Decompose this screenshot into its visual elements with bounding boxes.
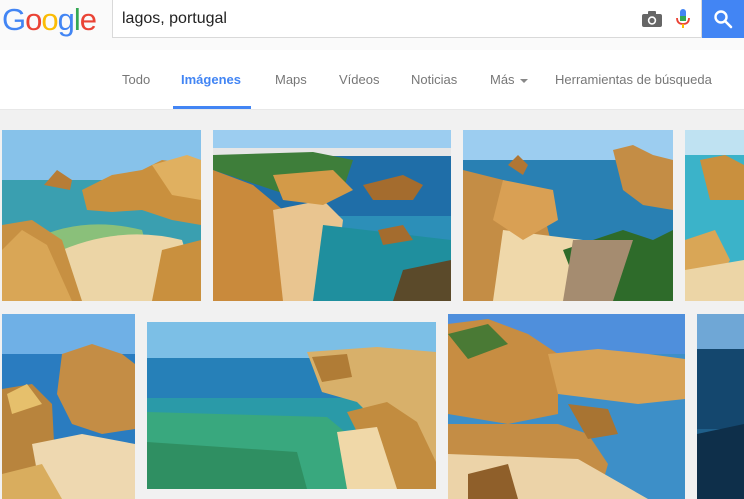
tab-more-label: Más xyxy=(490,72,515,87)
beach-photo xyxy=(685,130,744,301)
image-result[interactable] xyxy=(697,314,744,499)
image-result[interactable] xyxy=(463,130,673,301)
search-query: lagos, portugal xyxy=(122,10,227,27)
logo-letter: G xyxy=(2,2,26,37)
image-result[interactable] xyxy=(213,130,451,301)
logo-letter: g xyxy=(57,2,75,37)
tab-videos[interactable]: Vídeos xyxy=(339,72,379,87)
logo-letter: e xyxy=(79,2,97,37)
beach-photo xyxy=(2,130,201,301)
image-result[interactable] xyxy=(2,314,135,499)
header: Google lagos, portugal xyxy=(0,0,744,50)
image-result[interactable] xyxy=(685,130,744,301)
image-result[interactable] xyxy=(2,130,201,301)
google-logo[interactable]: Google xyxy=(2,2,97,37)
tab-more[interactable]: Más xyxy=(490,72,528,87)
logo-letter: o xyxy=(25,2,42,37)
search-button[interactable] xyxy=(702,0,744,38)
tab-maps[interactable]: Maps xyxy=(275,72,307,87)
active-tab-indicator xyxy=(173,106,251,109)
beach-photo xyxy=(697,314,744,499)
image-result[interactable] xyxy=(147,322,436,489)
tab-images[interactable]: Imágenes xyxy=(181,72,241,87)
beach-photo xyxy=(2,314,135,499)
image-result[interactable] xyxy=(448,314,685,499)
beach-photo xyxy=(147,322,436,489)
microphone-icon[interactable] xyxy=(675,8,691,30)
search-icon xyxy=(714,10,733,29)
tab-todo[interactable]: Todo xyxy=(122,72,150,87)
tab-news[interactable]: Noticias xyxy=(411,72,457,87)
logo-letter: o xyxy=(41,2,58,37)
search-tabs: Todo Imágenes Maps Vídeos Noticias Más H… xyxy=(0,50,744,110)
chevron-down-icon xyxy=(519,78,528,83)
beach-photo xyxy=(213,130,451,301)
beach-photo xyxy=(463,130,673,301)
search-input[interactable]: lagos, portugal xyxy=(112,0,702,38)
tab-search-tools[interactable]: Herramientas de búsqueda xyxy=(555,72,712,87)
beach-photo xyxy=(448,314,685,499)
camera-icon[interactable] xyxy=(641,10,663,28)
